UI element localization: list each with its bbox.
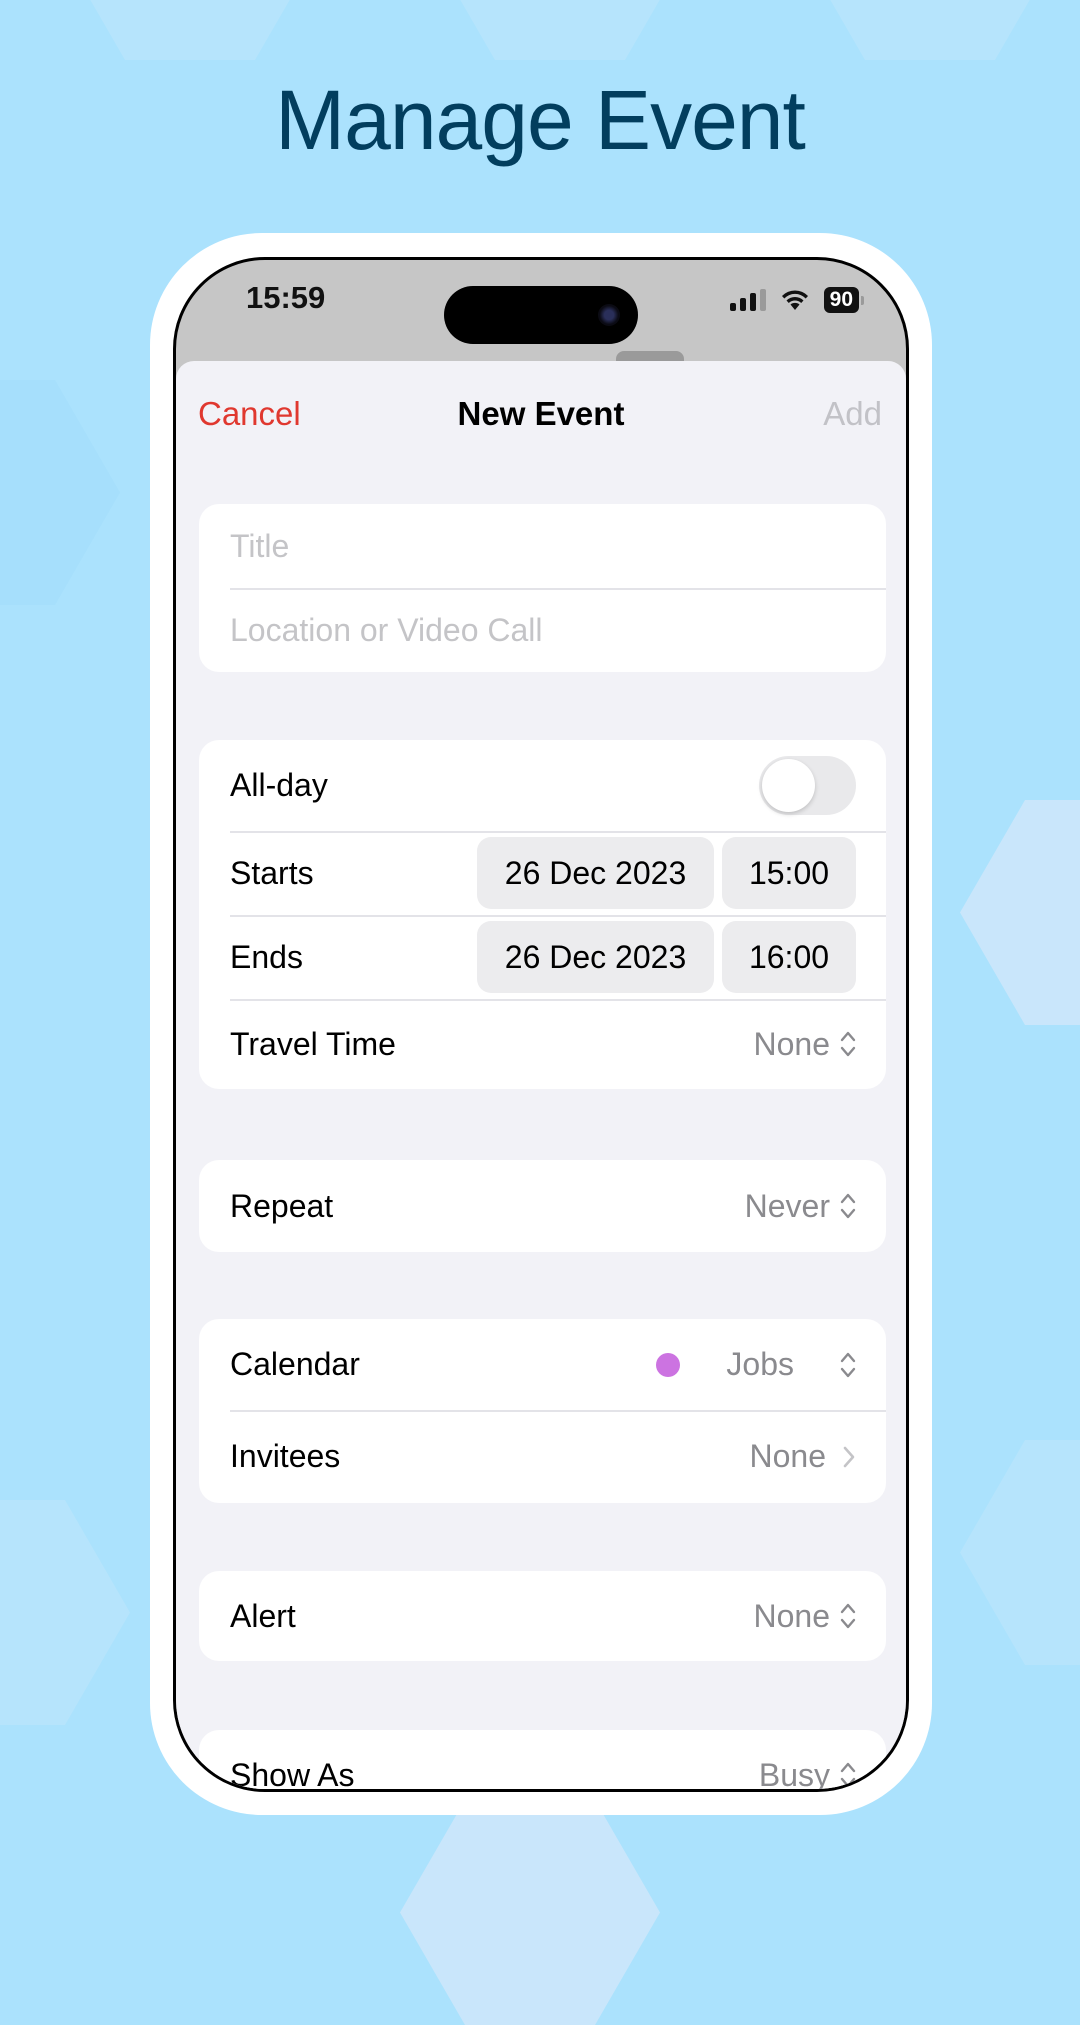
calendar-card: Calendar Jobs Invitees None	[199, 1319, 886, 1503]
calendar-value: Jobs	[726, 1346, 794, 1382]
all-day-toggle[interactable]	[759, 756, 856, 815]
dynamic-island	[444, 286, 638, 344]
new-event-sheet: Cancel New Event Add Title Location or V…	[176, 361, 906, 1792]
battery-level: 90	[823, 287, 859, 313]
cellular-signal-icon	[729, 289, 766, 311]
status-time: 15:59	[246, 280, 326, 315]
toggle-knob	[762, 759, 815, 812]
bg-hexagon	[0, 380, 120, 605]
title-input[interactable]: Title	[199, 504, 886, 588]
bg-hexagon	[960, 1440, 1080, 1665]
travel-time-row[interactable]: Travel Time None	[199, 999, 886, 1089]
bg-hexagon	[960, 800, 1080, 1025]
location-input[interactable]: Location or Video Call	[199, 588, 886, 672]
ends-label: Ends	[230, 938, 303, 975]
starts-time-button[interactable]: 15:00	[722, 837, 856, 909]
repeat-value: Never	[744, 1187, 830, 1224]
invitees-label: Invitees	[230, 1438, 341, 1474]
bg-hexagon	[60, 0, 320, 60]
travel-time-value: None	[753, 1025, 831, 1062]
title-placeholder: Title	[230, 527, 290, 564]
show-as-row[interactable]: Show As Busy	[199, 1730, 886, 1792]
ends-date-button[interactable]: 26 Dec 2023	[477, 921, 714, 993]
calendar-color-dot	[656, 1352, 681, 1377]
repeat-card: Repeat Never	[199, 1160, 886, 1252]
show-as-label: Show As	[230, 1756, 355, 1792]
ends-row: Ends 26 Dec 2023 16:00	[199, 915, 886, 999]
bg-hexagon	[800, 0, 1060, 60]
camera-icon	[598, 304, 620, 326]
calendar-row[interactable]: Calendar Jobs	[199, 1319, 886, 1410]
calendar-label: Calendar	[230, 1346, 360, 1382]
phone-screen: 15:59 90 Cancel New Event Add Title Loca…	[173, 257, 909, 1792]
starts-label: Starts	[230, 854, 314, 891]
chevron-up-down-icon	[840, 1762, 856, 1788]
repeat-row[interactable]: Repeat Never	[199, 1160, 886, 1252]
repeat-label: Repeat	[230, 1187, 334, 1224]
show-as-value: Busy	[758, 1756, 830, 1792]
alert-row[interactable]: Alert None	[199, 1571, 886, 1661]
starts-date-button[interactable]: 26 Dec 2023	[477, 837, 714, 909]
starts-row: Starts 26 Dec 2023 15:00	[199, 831, 886, 915]
wifi-icon	[781, 290, 808, 310]
add-button[interactable]: Add	[823, 395, 882, 433]
promo-title: Manage Event	[275, 73, 806, 167]
chevron-up-down-icon	[840, 1031, 856, 1057]
chevron-up-down-icon	[840, 1193, 856, 1219]
status-icons: 90	[729, 287, 864, 313]
all-day-row: All-day	[199, 740, 886, 831]
chevron-up-down-icon	[840, 1352, 856, 1377]
nav-bar: Cancel New Event Add	[176, 361, 906, 461]
alert-value: None	[753, 1597, 831, 1634]
chevron-up-down-icon	[840, 1603, 856, 1629]
status-bar: 15:59 90	[176, 260, 906, 360]
alert-card: Alert None	[199, 1571, 886, 1661]
chevron-right-icon	[843, 1446, 855, 1467]
invitees-value: None	[749, 1438, 827, 1474]
location-placeholder: Location or Video Call	[230, 611, 543, 648]
timing-card: All-day Starts 26 Dec 2023 15:00 Ends 26…	[199, 740, 886, 1089]
show-as-card: Show As Busy	[199, 1730, 886, 1792]
invitees-row[interactable]: Invitees None	[199, 1410, 886, 1503]
alert-label: Alert	[230, 1597, 296, 1634]
bg-hexagon	[400, 1800, 660, 2025]
sheet-title: New Event	[457, 395, 625, 432]
title-location-card: Title Location or Video Call	[199, 504, 886, 672]
travel-time-label: Travel Time	[230, 1025, 396, 1062]
battery-icon: 90	[823, 287, 864, 313]
bg-hexagon	[0, 1500, 130, 1725]
ends-time-button[interactable]: 16:00	[722, 921, 856, 993]
all-day-label: All-day	[230, 767, 328, 803]
bg-hexagon	[430, 0, 690, 60]
